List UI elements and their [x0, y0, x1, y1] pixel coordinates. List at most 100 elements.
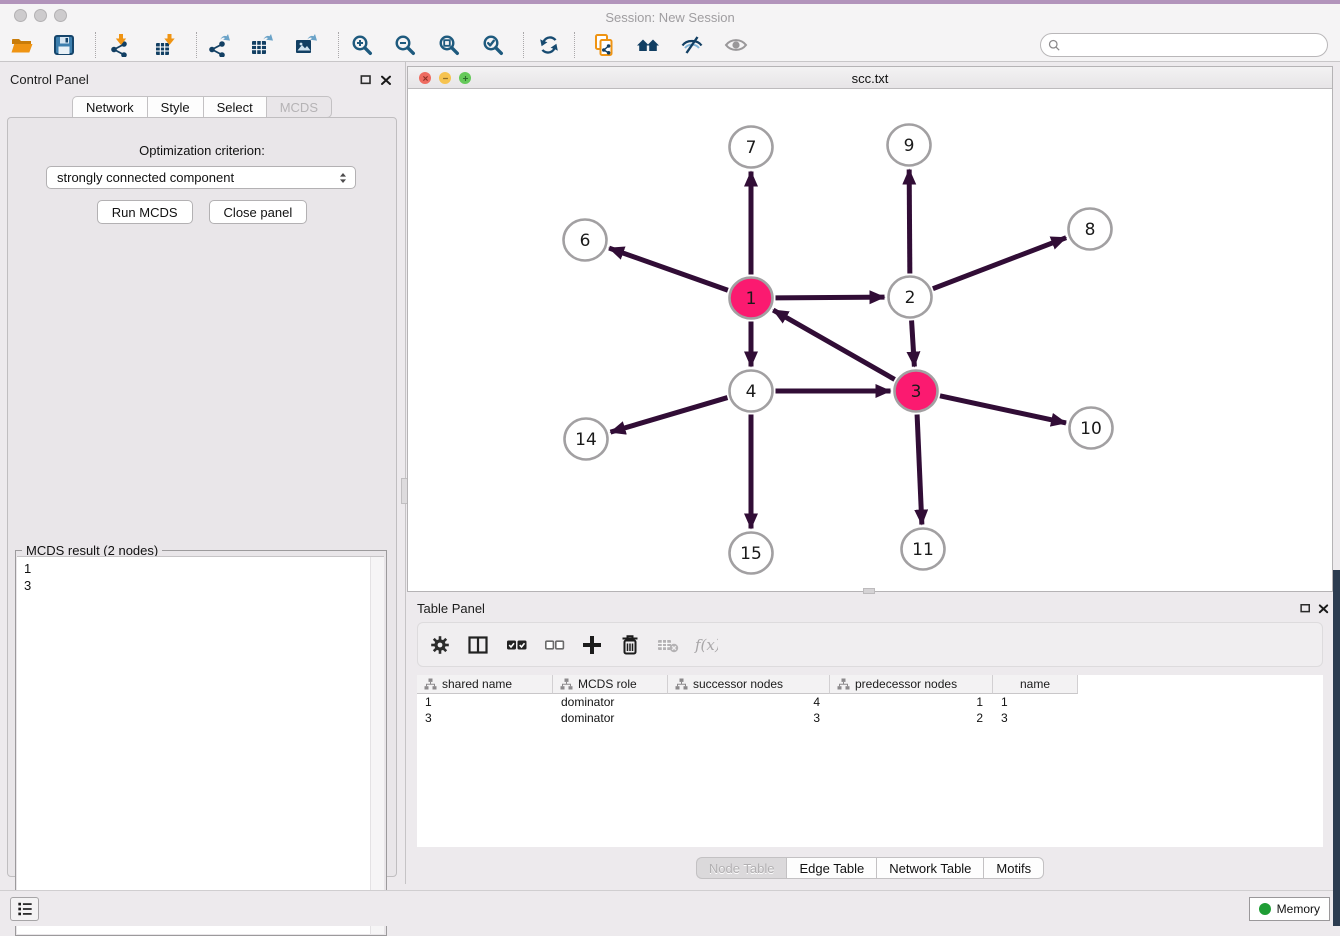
- graph-node-14[interactable]: 14: [565, 419, 608, 460]
- table-float-icon[interactable]: [1298, 601, 1314, 617]
- task-history-button[interactable]: [10, 897, 39, 921]
- zoom-selected-icon[interactable]: [481, 33, 505, 57]
- criterion-select[interactable]: strongly connected component: [46, 166, 356, 189]
- search-box[interactable]: [1040, 33, 1328, 57]
- show-column-icon[interactable]: [466, 633, 490, 657]
- refresh-layout-icon[interactable]: [537, 33, 561, 57]
- node-label: 9: [904, 136, 915, 156]
- network-window-titlebar[interactable]: scc.txt: [408, 67, 1332, 89]
- search-input[interactable]: [1062, 35, 1327, 55]
- graph-node-15[interactable]: 15: [730, 533, 773, 574]
- table-cell[interactable]: 1: [417, 694, 553, 710]
- column-header-shared-name[interactable]: shared name: [417, 675, 553, 694]
- select-stepper-icon: [335, 170, 351, 186]
- table-cell[interactable]: 2: [830, 710, 993, 726]
- table-cell[interactable]: 3: [993, 710, 1078, 726]
- table-cell[interactable]: 1: [830, 694, 993, 710]
- show-graphics-details-icon: [724, 33, 748, 57]
- column-header-predecessor-nodes[interactable]: predecessor nodes: [830, 675, 993, 694]
- close-panel-icon[interactable]: [378, 72, 394, 88]
- table-cell[interactable]: 3: [668, 710, 830, 726]
- table-cell[interactable]: 4: [668, 694, 830, 710]
- deselect-all-columns-icon[interactable]: [542, 633, 566, 657]
- export-network-icon[interactable]: [207, 33, 231, 57]
- add-column-icon[interactable]: [580, 633, 604, 657]
- edge-3-11[interactable]: [917, 414, 922, 524]
- edge-2-9[interactable]: [909, 169, 910, 273]
- graph-node-9[interactable]: 9: [888, 125, 931, 166]
- graph-node-8[interactable]: 8: [1069, 209, 1112, 250]
- table-cell[interactable]: 3: [417, 710, 553, 726]
- graph-node-10[interactable]: 10: [1070, 408, 1113, 449]
- select-all-columns-icon[interactable]: [504, 633, 528, 657]
- table-row[interactable]: 3dominator323: [417, 710, 1323, 726]
- export-image-icon[interactable]: [294, 33, 318, 57]
- table-options-gear-icon[interactable]: [428, 633, 452, 657]
- export-table-icon[interactable]: [250, 33, 274, 57]
- column-header-MCDS-role[interactable]: MCDS role: [553, 675, 668, 694]
- graph-node-7[interactable]: 7: [730, 127, 773, 168]
- column-header-successor-nodes[interactable]: successor nodes: [668, 675, 830, 694]
- memory-label: Memory: [1277, 902, 1320, 916]
- open-session-icon[interactable]: [10, 33, 34, 57]
- window-title: Session: New Session: [0, 10, 1340, 25]
- desktop-background-edge: [1333, 570, 1340, 926]
- table-close-icon[interactable]: [1316, 601, 1332, 617]
- edge-4-14[interactable]: [610, 398, 727, 433]
- tab-network-table[interactable]: Network Table: [876, 857, 983, 879]
- mcds-result-list[interactable]: 13: [17, 556, 384, 934]
- delete-column-icon[interactable]: [618, 633, 642, 657]
- node-label: 3: [911, 382, 922, 402]
- graph-node-1[interactable]: 1: [730, 278, 773, 319]
- tab-style[interactable]: Style: [147, 96, 203, 118]
- graph-node-4[interactable]: 4: [730, 371, 773, 412]
- edge-3-10[interactable]: [940, 396, 1066, 423]
- edge-2-3[interactable]: [912, 320, 915, 366]
- table-panel-title: Table Panel: [417, 601, 485, 616]
- hide-panels-icon[interactable]: [680, 33, 704, 57]
- graph-node-2[interactable]: 2: [889, 277, 932, 318]
- run-mcds-button[interactable]: Run MCDS: [97, 200, 193, 224]
- main-toolbar: [0, 28, 1340, 62]
- zoom-in-icon[interactable]: [350, 33, 374, 57]
- table-cell[interactable]: 1: [993, 694, 1078, 710]
- tab-node-table[interactable]: Node Table: [696, 857, 787, 879]
- save-session-icon[interactable]: [52, 33, 76, 57]
- column-header-name[interactable]: name: [993, 675, 1078, 694]
- table-cell[interactable]: dominator: [553, 694, 668, 710]
- edge-3-1[interactable]: [773, 310, 894, 379]
- mcds-tab-content: Optimization criterion: strongly connect…: [7, 117, 397, 877]
- graph-node-6[interactable]: 6: [564, 220, 607, 261]
- result-scrollbar[interactable]: [370, 557, 384, 934]
- zoom-fit-icon[interactable]: [437, 33, 461, 57]
- control-panel-title: Control Panel: [10, 72, 89, 87]
- tab-mcds[interactable]: MCDS: [266, 96, 332, 118]
- graph-node-3[interactable]: 3: [895, 371, 938, 412]
- duplicate-network-icon[interactable]: [592, 33, 616, 57]
- close-panel-button[interactable]: Close panel: [209, 200, 308, 224]
- table-row[interactable]: 1dominator411: [417, 694, 1323, 710]
- table-cell[interactable]: dominator: [553, 710, 668, 726]
- titlebar: Session: New Session: [0, 4, 1340, 28]
- tab-network[interactable]: Network: [72, 96, 147, 118]
- edge-1-2[interactable]: [775, 297, 884, 298]
- edge-2-8[interactable]: [933, 238, 1066, 289]
- tab-motifs[interactable]: Motifs: [983, 857, 1044, 879]
- memory-button[interactable]: Memory: [1249, 897, 1330, 921]
- memory-status-dot: [1259, 903, 1271, 915]
- column-label: successor nodes: [693, 677, 825, 691]
- import-table-icon[interactable]: [154, 33, 178, 57]
- import-network-icon[interactable]: [106, 33, 130, 57]
- column-label: MCDS role: [578, 677, 663, 691]
- zoom-out-icon[interactable]: [393, 33, 417, 57]
- tab-select[interactable]: Select: [203, 96, 266, 118]
- tab-edge-table[interactable]: Edge Table: [786, 857, 876, 879]
- graph-node-11[interactable]: 11: [902, 529, 945, 570]
- float-panel-icon[interactable]: [358, 72, 374, 88]
- node-label: 8: [1085, 220, 1096, 240]
- edge-1-6[interactable]: [609, 248, 728, 290]
- toolbar-divider: [338, 32, 339, 58]
- network-canvas[interactable]: 7 9 6 8 1 2 4 3 14 10 15 11: [408, 89, 1332, 591]
- vertical-splitter[interactable]: [405, 62, 406, 884]
- home-layout-icon[interactable]: [636, 33, 660, 57]
